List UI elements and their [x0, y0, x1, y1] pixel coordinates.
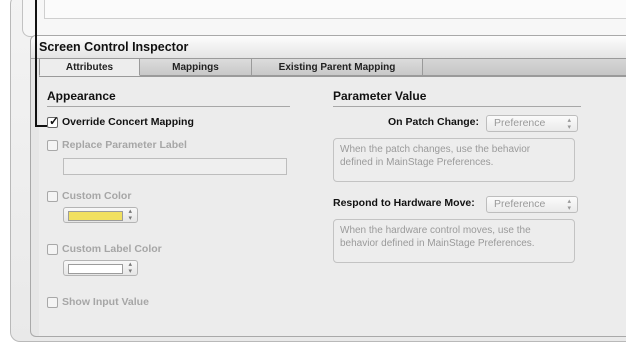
override-concert-mapping-checkbox[interactable]: ✓ [47, 114, 60, 128]
appearance-heading: Appearance [47, 89, 116, 103]
on-patch-change-popup[interactable]: Preference ▴ ▾ [486, 115, 578, 132]
custom-color-label: Custom Color [62, 190, 132, 202]
popup-arrows-icon: ▴ ▾ [567, 117, 571, 131]
on-patch-change-description-line: When the patch changes, use the behavior [340, 144, 531, 155]
respond-to-hardware-move-description: When the hardware control moves, use the… [333, 219, 575, 263]
override-concert-mapping-label: Override Concert Mapping [62, 116, 194, 128]
respond-to-hardware-move-description-line: behavior defined in MainStage Preference… [340, 238, 535, 249]
custom-label-color-popup[interactable]: ▴ ▾ [63, 260, 138, 276]
panel-title: Screen Control Inspector [31, 36, 626, 59]
respond-to-hardware-move-description-line: When the hardware control moves, use the [340, 225, 531, 236]
checkmark-icon: ✓ [49, 114, 60, 128]
show-input-value-checkbox[interactable] [47, 297, 58, 308]
tab-attributes[interactable]: Attributes [39, 58, 140, 76]
screen-control-inspector: Screen Control Inspector Appearance ✓ Ov… [30, 35, 626, 337]
custom-label-color-checkbox[interactable] [47, 244, 58, 255]
tab-existing-parent-mapping[interactable]: Existing Parent Mapping [252, 58, 423, 76]
respond-to-hardware-move-popup[interactable]: Preference ▴ ▾ [486, 196, 578, 213]
popup-arrows-icon: ▴ ▾ [128, 261, 132, 275]
on-patch-change-label: On Patch Change: [388, 116, 480, 128]
custom-color-checkbox[interactable] [47, 191, 58, 202]
tab-mappings[interactable]: Mappings [140, 58, 252, 76]
custom-color-popup[interactable]: ▴ ▾ [63, 207, 138, 223]
inspector-tabs: Attributes Mappings Existing Parent Mapp… [39, 58, 626, 77]
popup-arrows-icon: ▴ ▾ [128, 208, 132, 222]
tab-empty [423, 58, 626, 76]
popup-arrows-icon: ▴ ▾ [567, 198, 571, 212]
replace-parameter-label-checkbox[interactable] [47, 140, 58, 151]
appearance-divider [47, 106, 290, 107]
replace-parameter-label-input[interactable] [63, 158, 287, 175]
on-patch-change-description-line: defined in MainStage Preferences. [340, 157, 494, 168]
on-patch-change-description: When the patch changes, use the behavior… [333, 138, 575, 182]
show-input-value-label: Show Input Value [62, 296, 149, 308]
custom-label-color-swatch [68, 264, 123, 274]
replace-parameter-label-label: Replace Parameter Label [62, 139, 187, 151]
respond-to-hardware-move-value: Preference [494, 198, 546, 210]
custom-color-swatch [68, 211, 123, 221]
custom-label-color-label: Custom Label Color [62, 243, 162, 255]
parameter-value-heading: Parameter Value [333, 89, 427, 103]
inspector-content: Appearance ✓ Override Concert Mapping Re… [39, 76, 626, 336]
background-window-top [44, 0, 626, 19]
parameter-value-divider [333, 106, 581, 107]
callout-line [35, 0, 37, 127]
respond-to-hardware-move-label: Respond to Hardware Move: [333, 197, 475, 209]
on-patch-change-value: Preference [494, 117, 546, 129]
callout-line [35, 125, 47, 127]
